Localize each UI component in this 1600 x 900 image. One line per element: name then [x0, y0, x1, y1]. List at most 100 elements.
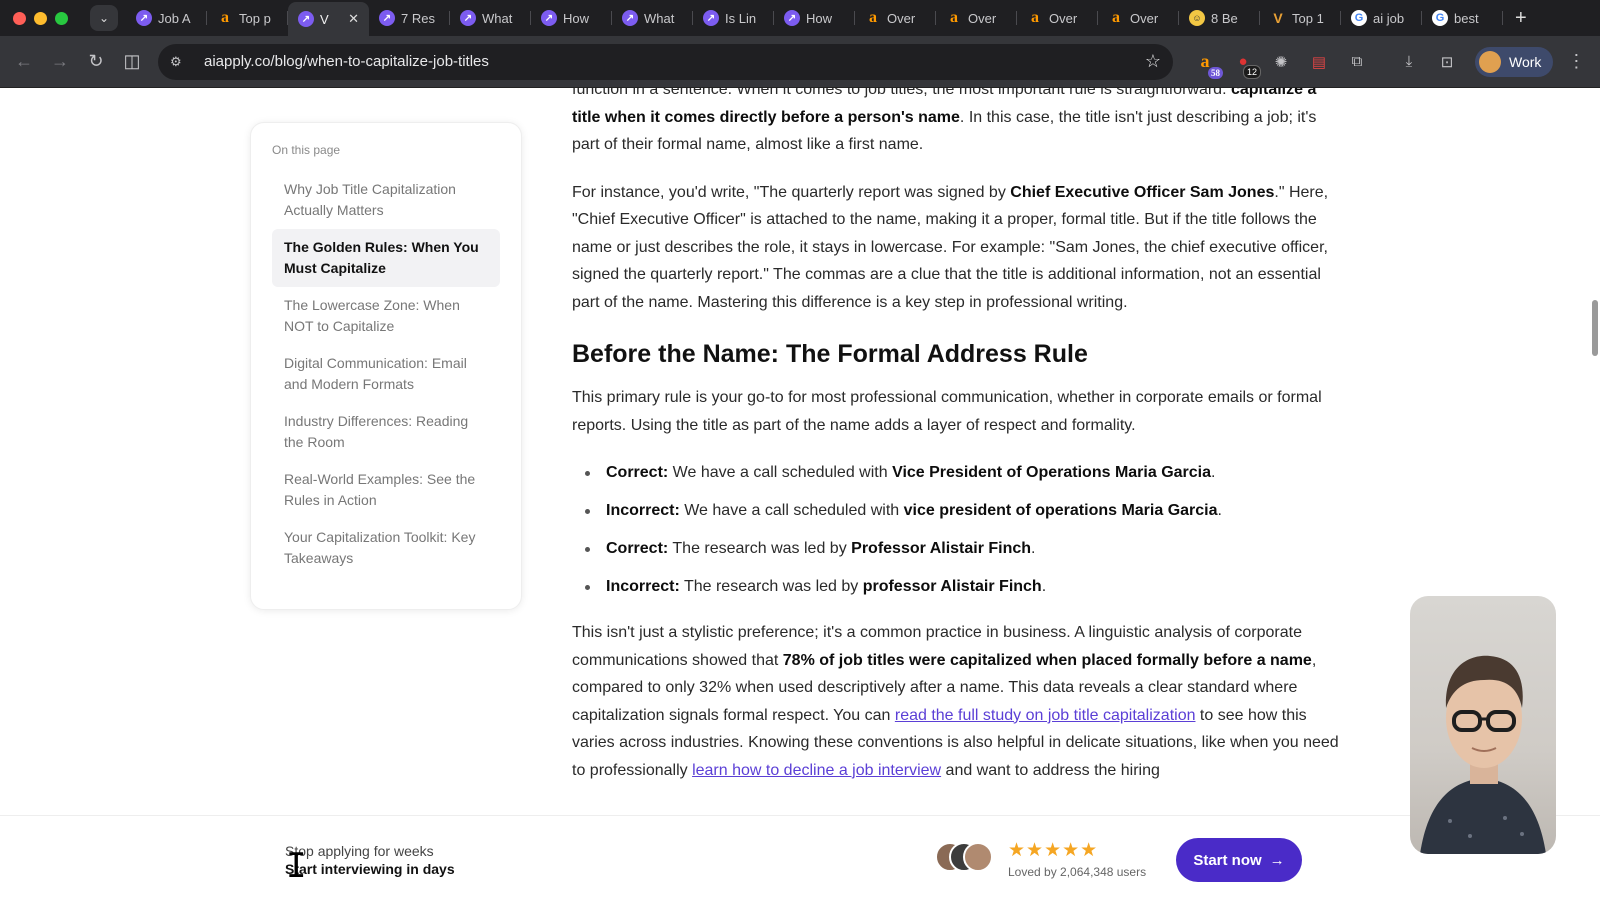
aiapply-icon: ↗ — [541, 10, 557, 26]
tab-strip: ⌄ ↗ Job A a Top p ↗ V ✕ ↗ 7 Res ↗ What ↗ How ↗ What ↗ Is… — [0, 0, 1600, 36]
toc-item[interactable]: The Lowercase Zone: When NOT to Capitali… — [272, 295, 500, 337]
table-of-contents: On this page Why Job Title Capitalizatio… — [250, 122, 522, 610]
tab-label: What — [644, 10, 675, 26]
bullet-end: . — [1211, 464, 1216, 481]
article-paragraph: This primary rule is your go-to for most… — [572, 389, 1322, 434]
back-arrow-icon[interactable]: ← — [6, 51, 42, 72]
puzzle-extensions-icon[interactable]: ⧉ — [1345, 50, 1369, 74]
bookmark-star-icon[interactable]: ☆ — [1145, 51, 1161, 72]
profile-label: Work — [1509, 53, 1542, 70]
window-controls — [0, 11, 90, 25]
study-link[interactable]: read the full study on job title capital… — [895, 707, 1196, 724]
bullet-label: Correct: — [606, 540, 669, 557]
toc-item-active[interactable]: The Golden Rules: When You Must Capitali… — [272, 229, 500, 287]
bullet-label: Incorrect: — [606, 578, 680, 595]
tab[interactable]: a Over — [1017, 3, 1098, 33]
menu-kebab-icon[interactable]: ⋮ — [1567, 51, 1585, 72]
download-icon[interactable]: ⤓ — [1397, 50, 1421, 74]
tab[interactable]: ↗ 7 Res — [369, 3, 450, 33]
site-settings-icon[interactable]: ⚙ — [170, 54, 192, 70]
arrow-right-icon: → — [1269, 851, 1285, 869]
profile-button[interactable]: Work — [1475, 46, 1554, 77]
toc-item[interactable]: Your Capitalization Toolkit: Key Takeawa… — [272, 527, 500, 569]
toc-item[interactable]: Why Job Title Capitalization Actually Ma… — [272, 179, 500, 221]
tab[interactable]: ↗ How — [774, 3, 855, 33]
tab[interactable]: ☺ 8 Be — [1179, 3, 1260, 33]
aiapply-icon: ↗ — [379, 10, 395, 26]
extension-badge: 58 — [1208, 66, 1223, 79]
bullet-end: . — [1041, 578, 1047, 595]
tab[interactable]: Gai job — [1341, 3, 1422, 33]
tab[interactable]: a Top p — [207, 3, 288, 33]
rating: ★★★★★ Loved by 2,064,348 users — [1008, 840, 1146, 880]
tab[interactable]: V Top 1 — [1260, 3, 1341, 33]
article-body: function in a sentence. When it comes to… — [572, 88, 1342, 804]
toc-item[interactable]: Real-World Examples: See the Rules in Ac… — [272, 469, 500, 511]
start-now-button[interactable]: Start now → — [1176, 838, 1302, 882]
split-view-icon[interactable]: ◫ — [114, 51, 150, 72]
aiapply-icon: ↗ — [136, 10, 152, 26]
star-rating-icon: ★★★★★ — [1008, 840, 1099, 861]
tab[interactable]: a Over — [855, 3, 936, 33]
decline-interview-link[interactable]: learn how to decline a job interview — [692, 762, 941, 779]
minimize-window-button[interactable] — [34, 11, 47, 25]
bullet-bold: vice president of operations Maria Garci… — [903, 502, 1218, 519]
tab-label: Over — [1130, 10, 1159, 26]
cta-bar: Stop applying for weeks Start interviewi… — [0, 815, 1600, 900]
start-now-label: Start now — [1193, 851, 1262, 869]
address-bar[interactable]: ⚙ aiapply.co/blog/when-to-capitalize-job… — [158, 43, 1173, 80]
cta-line2: Start interviewing in days — [285, 861, 455, 877]
forward-arrow-icon[interactable]: → — [42, 51, 78, 72]
toc-item[interactable]: Digital Communication: Email and Modern … — [272, 353, 500, 395]
extensions-bar: a 58 ● 12 ✺ ▤ ⧉ ⤓ ⊡ — [1193, 50, 1459, 79]
aiapply-icon: ↗ — [622, 10, 638, 26]
tab[interactable]: ↗ What — [450, 3, 531, 33]
article-paragraph: For instance, you'd write, "The quarterl… — [572, 179, 1342, 317]
new-tab-plus-icon[interactable]: + — [1503, 7, 1539, 30]
tab[interactable]: Gbest — [1422, 3, 1503, 33]
tab-search-chevron-icon[interactable]: ⌄ — [90, 5, 118, 31]
close-window-button[interactable] — [13, 11, 26, 25]
url-text[interactable]: aiapply.co/blog/when-to-capitalize-job-t… — [204, 53, 1145, 70]
bold-text: 78% of job titles were capitalized when … — [782, 651, 1312, 669]
amazon-icon: a — [1112, 9, 1120, 26]
tab[interactable]: ↗ What — [612, 3, 693, 33]
avatar — [963, 842, 993, 872]
amazon-icon: a — [1031, 9, 1039, 26]
list-item: Incorrect: We have a call scheduled with… — [572, 497, 1342, 525]
bold-text: Chief Executive Officer Sam Jones — [1010, 183, 1275, 201]
screenshot-icon[interactable]: ⊡ — [1435, 50, 1459, 74]
article-paragraph: This isn't just a stylistic preference; … — [572, 619, 1342, 784]
tab-label: V — [320, 11, 329, 27]
tab-active[interactable]: ↗ V ✕ — [288, 2, 369, 36]
tab-label: What — [482, 10, 513, 26]
aiapply-icon: ↗ — [460, 10, 476, 26]
reload-icon[interactable]: ↻ — [78, 51, 114, 72]
browser-toolbar: ← → ↻ ◫ ⚙ aiapply.co/blog/when-to-capita… — [0, 36, 1600, 88]
bullet-bold: professor Alistair Finch — [862, 578, 1042, 595]
page-scrollbar[interactable] — [1592, 300, 1598, 356]
section-heading: Before the Name: The Formal Address Rule — [572, 340, 1088, 368]
tab-label: 7 Res — [401, 10, 435, 26]
text-cursor-icon: I — [286, 846, 307, 886]
amazon-icon: a — [950, 9, 958, 26]
toc-item[interactable]: Industry Differences: Reading the Room — [272, 411, 500, 453]
list-item: Correct: We have a call scheduled with V… — [572, 459, 1342, 487]
tab[interactable]: ↗ How — [531, 3, 612, 33]
aiapply-icon: ↗ — [784, 10, 800, 26]
openai-extension-icon[interactable]: ✺ — [1269, 50, 1293, 74]
extension-badge: 12 — [1242, 64, 1261, 79]
close-tab-icon[interactable]: ✕ — [348, 11, 359, 27]
recorder-extension-icon[interactable]: ● 12 — [1231, 50, 1261, 79]
tab[interactable]: a Over — [936, 3, 1017, 33]
tab[interactable]: ↗ Is Lin — [693, 3, 774, 33]
tab-label: Over — [968, 10, 997, 26]
maximize-window-button[interactable] — [55, 11, 68, 25]
tab[interactable]: ↗ Job A — [126, 3, 207, 33]
tab[interactable]: a Over — [1098, 3, 1179, 33]
screen-capture-extension-icon[interactable]: ▤ — [1307, 50, 1331, 74]
amazon-extension-icon[interactable]: a 58 — [1193, 50, 1223, 79]
list-item: Incorrect: The research was led by profe… — [572, 573, 1342, 601]
bullet-bold: Professor Alistair Finch — [851, 540, 1032, 557]
tab-label: Over — [887, 10, 916, 26]
